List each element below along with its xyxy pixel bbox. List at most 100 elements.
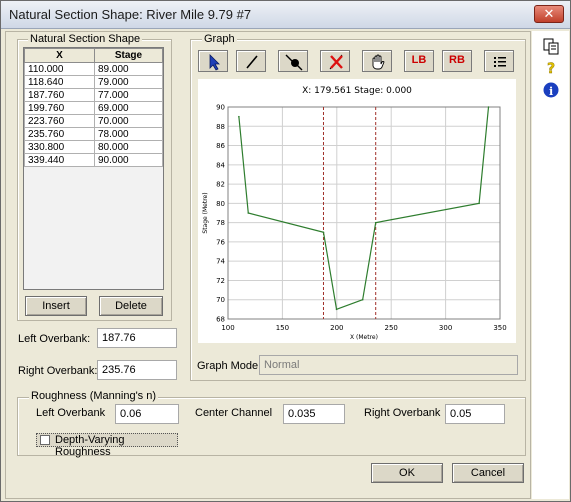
depth-varying-roughness-label: Depth-Varying Roughness [55,434,125,458]
left-overbank-field[interactable]: 187.76 [97,328,177,348]
roughness-left-field[interactable]: 0.06 [115,404,179,424]
delete-button[interactable]: Delete [99,296,163,316]
x-axis-label: X (Metre) [350,334,378,341]
x-tick-label: 250 [385,324,398,332]
pan-tool-button[interactable] [362,50,392,72]
graph-legend: Graph [202,33,237,45]
arrow-select-icon [209,54,220,71]
table-row[interactable]: 187.760 77.000 [24,88,163,102]
table-row[interactable]: 199.760 69.000 [24,101,163,115]
help-icon[interactable]: ? [542,59,560,77]
delete-point-icon [329,54,343,70]
cell-x[interactable]: 235.760 [24,127,95,141]
data-point [322,231,325,234]
data-point [478,202,480,205]
depth-varying-roughness-checkbox[interactable]: Depth-Varying Roughness [36,433,178,458]
title-bar[interactable]: Natural Section Shape: River Mile 9.79 #… [1,1,570,29]
y-tick-label: 80 [216,200,225,208]
plot-frame [227,106,501,320]
window-title: Natural Section Shape: River Mile 9.79 #… [9,7,252,22]
graph-plot-area[interactable]: X: 179.561 Stage: 0.000 100 150 200 250 300 35… [198,79,516,343]
data-point [361,298,364,301]
left-overbank-label: Left Overbank: [18,333,91,345]
cell-stage[interactable]: 90.000 [94,153,163,167]
y-tick-label: 88 [216,123,225,131]
list-tool-button[interactable] [484,50,514,72]
right-overbank-label: Right Overbank: [18,365,98,377]
table-row[interactable]: 118.640 79.000 [24,75,163,89]
cell-stage[interactable]: 69.000 [94,101,163,115]
delete-point-tool-button[interactable] [320,50,350,72]
data-point [374,221,377,224]
data-point [487,106,490,108]
insert-button[interactable]: Insert [25,296,87,316]
cell-stage[interactable]: 70.000 [94,114,163,128]
select-tool-button[interactable] [198,50,228,72]
roughness-legend: Roughness (Manning's n) [29,390,159,402]
cell-x[interactable]: 110.000 [24,62,95,76]
table-row[interactable]: 110.000 89.000 [24,62,163,76]
side-icon-panel: ? i [532,31,569,499]
y-axis-label: Stage (Metre) [202,192,209,233]
roughness-left-label: Left Overbank [36,407,106,419]
graph-mode-label: Graph Mode [197,360,259,372]
y-tick-label: 68 [216,316,225,324]
cell-stage[interactable]: 89.000 [94,62,163,76]
data-point [247,212,250,214]
cell-stage[interactable]: 78.000 [94,127,163,141]
column-header-stage[interactable]: Stage [94,48,163,63]
y-tick-label: 84 [216,161,225,169]
cell-stage[interactable]: 80.000 [94,140,163,154]
data-point [335,308,338,311]
y-tick-label: 74 [216,258,225,266]
right-overbank-field[interactable]: 235.76 [97,360,177,380]
roughness-center-field[interactable]: 0.035 [283,404,345,424]
cell-x[interactable]: 187.760 [24,88,95,102]
cell-x[interactable]: 339.440 [24,153,95,167]
roughness-center-label: Center Channel [195,407,273,419]
cell-x[interactable]: 330.800 [24,140,95,154]
left-bank-tool-button[interactable]: LB [404,50,434,72]
hand-pan-icon [372,54,385,70]
dialog-window: Natural Section Shape: River Mile 9.79 #… [0,0,571,502]
graph-mode-field: Normal [259,355,518,375]
line-draw-icon [246,55,258,69]
cursor-readout: X: 179.561 Stage: 0.000 [302,86,412,96]
checkbox-box[interactable] [40,435,50,445]
x-tick-label: 100 [221,324,234,332]
roughness-right-label: Right Overbank [364,407,441,419]
svg-text:?: ? [547,61,555,77]
table-row[interactable]: 330.800 80.000 [24,140,163,154]
cell-x[interactable]: 118.640 [24,75,95,89]
x-tick-label: 200 [330,324,343,332]
y-tick-label: 82 [216,181,225,189]
y-tick-label: 72 [216,277,225,285]
right-bank-tool-button[interactable]: RB [442,50,472,72]
y-tick-label: 76 [216,238,225,246]
close-button[interactable]: ✕ [534,5,564,23]
svg-text:i: i [549,85,553,98]
table-row[interactable]: 235.760 78.000 [24,127,163,141]
table-row[interactable]: 223.760 70.000 [24,114,163,128]
cross-section-chart[interactable]: X: 179.561 Stage: 0.000 100 150 200 250 300 35… [198,79,516,343]
copy-icon[interactable] [542,37,560,55]
section-table[interactable]: X Stage 110.000 89.000 118.640 79.000 187.… [23,47,164,290]
cell-x[interactable]: 199.760 [24,101,95,115]
column-header-x[interactable]: X [24,48,95,63]
line-tool-button[interactable] [236,50,266,72]
cancel-button[interactable]: Cancel [452,463,524,483]
table-row[interactable]: 339.440 90.000 [24,153,163,167]
data-point [238,115,240,118]
section-shape-legend: Natural Section Shape [28,33,143,45]
roughness-right-field[interactable]: 0.05 [445,404,505,424]
info-icon[interactable]: i [542,81,560,99]
ok-button[interactable]: OK [371,463,443,483]
cell-stage[interactable]: 77.000 [94,88,163,102]
add-point-icon [285,54,303,71]
x-tick-label: 300 [439,324,452,332]
cell-stage[interactable]: 79.000 [94,75,163,89]
add-point-tool-button[interactable] [278,50,308,72]
y-tick-label: 86 [216,142,225,150]
x-tick-label: 350 [493,324,506,332]
cell-x[interactable]: 223.760 [24,114,95,128]
